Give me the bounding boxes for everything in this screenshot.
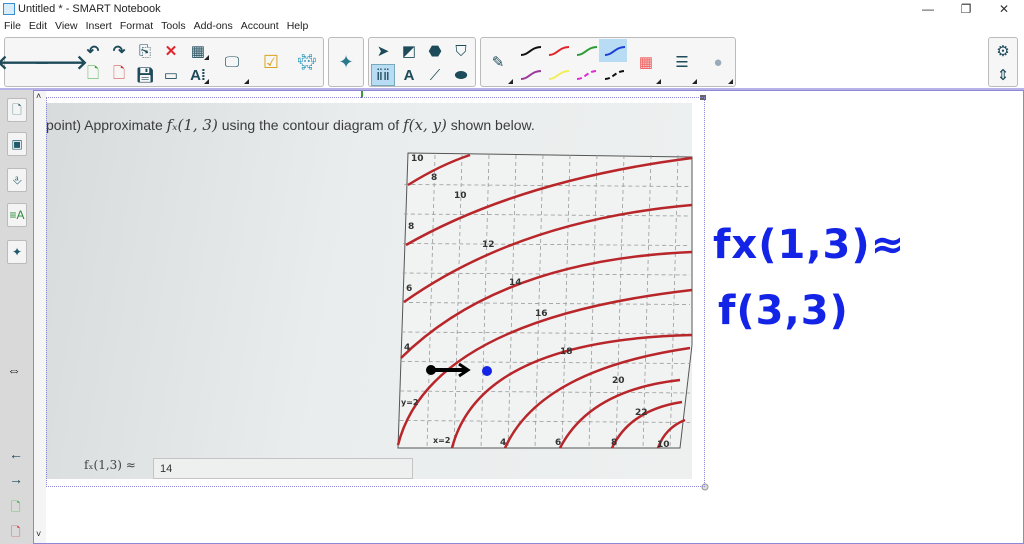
handwritten-line-1: fx(1,3)≈ xyxy=(713,222,906,268)
selection-box xyxy=(46,97,705,487)
handwritten-line-2: f(3,3) xyxy=(718,288,849,334)
